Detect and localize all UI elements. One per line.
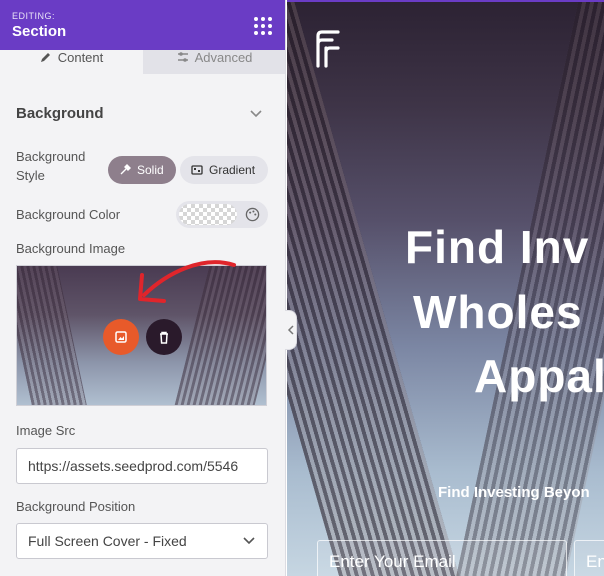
background-color-picker[interactable] bbox=[176, 201, 268, 228]
pencil-icon bbox=[40, 53, 50, 62]
palette-icon[interactable] bbox=[245, 207, 260, 222]
solid-style-button[interactable]: Solid bbox=[108, 156, 176, 184]
image-src-label: Image Src bbox=[16, 423, 76, 438]
collapse-panel-handle[interactable] bbox=[285, 310, 297, 350]
panel-header: EDITING: Section bbox=[0, 0, 285, 50]
background-position-select[interactable]: Full Screen Cover - Fixed bbox=[16, 523, 268, 559]
settings-panel: Content Advanced EDITING: Section Backgr… bbox=[0, 0, 286, 576]
email-input[interactable]: Enter Your Email bbox=[317, 540, 567, 576]
chevron-down-icon[interactable] bbox=[249, 107, 263, 121]
hero-headline-line2: Wholes bbox=[413, 286, 583, 338]
brand-logo-icon bbox=[316, 30, 340, 68]
background-style-label-line1: Background bbox=[16, 149, 86, 164]
transparent-color-swatch[interactable] bbox=[179, 204, 237, 225]
background-color-label: Background Color bbox=[16, 207, 121, 222]
section-title-background[interactable]: Background bbox=[16, 105, 104, 122]
background-image-preview bbox=[16, 265, 267, 406]
tab-content-label: Content bbox=[57, 49, 104, 65]
hero-headline-line1: Find Inv bbox=[405, 221, 590, 273]
image-upload-icon bbox=[115, 331, 127, 343]
delete-image-button[interactable] bbox=[146, 319, 182, 355]
trash-icon bbox=[160, 331, 168, 344]
chevron-down-icon bbox=[243, 537, 255, 545]
gradient-style-button[interactable]: Gradient bbox=[180, 156, 268, 184]
background-style-label-line2: Style bbox=[16, 168, 45, 183]
sliders-icon bbox=[177, 52, 188, 62]
background-position-label: Background Position bbox=[16, 499, 136, 514]
editing-label: EDITING: bbox=[12, 11, 56, 21]
hero-subheadline: Find Investing Beyon bbox=[438, 484, 590, 501]
chevron-left-icon bbox=[287, 325, 294, 335]
panel-title: Section bbox=[12, 23, 67, 40]
solid-style-label: Solid bbox=[137, 163, 164, 177]
image-src-input[interactable]: https://assets.seedprod.com/5546 bbox=[16, 448, 268, 484]
background-image-label: Background Image bbox=[16, 241, 126, 256]
page-preview: Find Inv Wholes Appal Find Investing Bey… bbox=[287, 0, 604, 576]
gradient-icon bbox=[191, 165, 203, 175]
tab-advanced-label: Advanced bbox=[194, 49, 253, 65]
background-position-value: Full Screen Cover - Fixed bbox=[28, 533, 187, 549]
hero-headline-line3: Appal bbox=[474, 350, 604, 402]
background-style-label: Background Style bbox=[16, 147, 85, 185]
grid-menu-icon[interactable] bbox=[254, 17, 272, 35]
upload-image-button[interactable] bbox=[103, 319, 139, 355]
second-input[interactable]: En bbox=[574, 540, 604, 576]
gradient-style-label: Gradient bbox=[209, 163, 256, 177]
eyedropper-icon bbox=[120, 164, 131, 175]
